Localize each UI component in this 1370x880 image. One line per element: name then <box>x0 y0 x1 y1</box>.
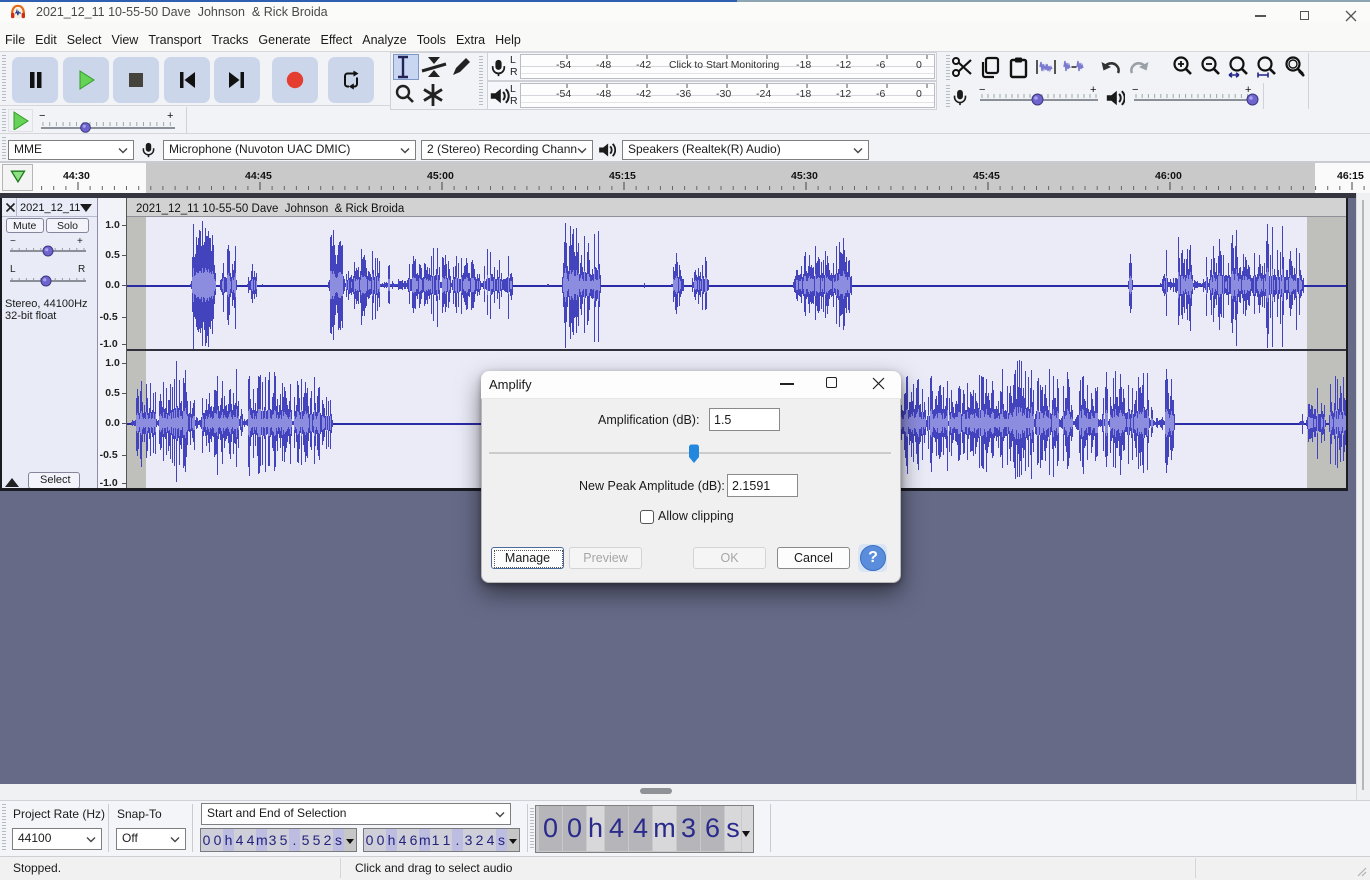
svg-text:2021_12_11 10-55-50 Dave John: 2021_12_11 10-55-50 Dave Johnson & Rick … <box>136 203 405 215</box>
